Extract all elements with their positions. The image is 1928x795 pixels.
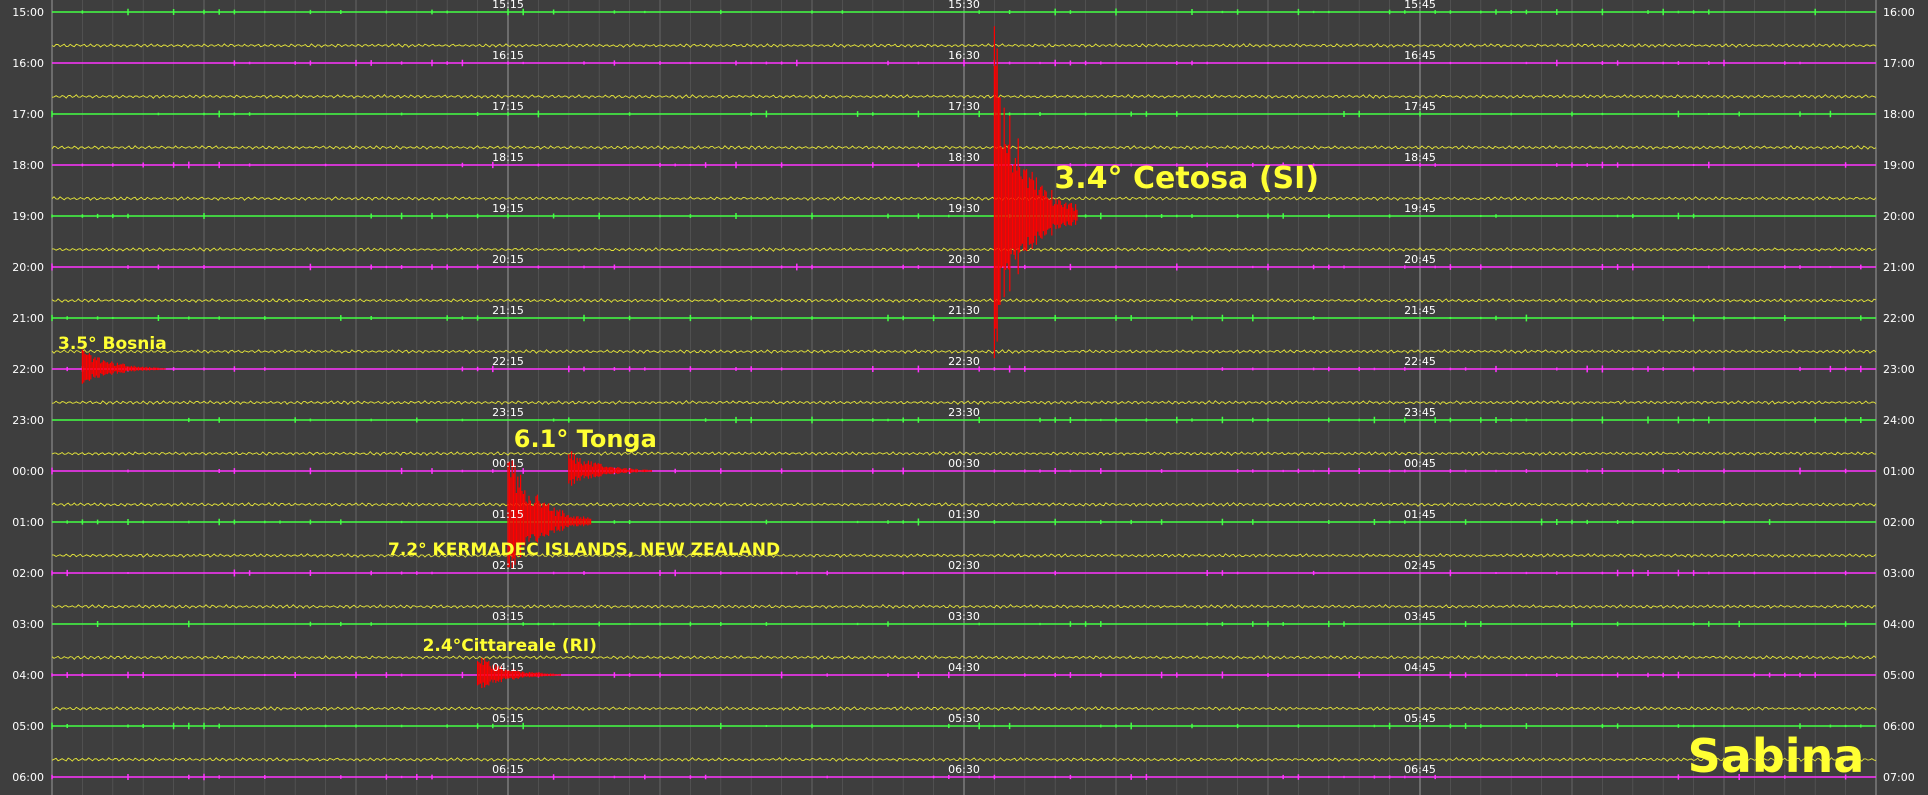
right-hour-label: 18:00 bbox=[1883, 108, 1915, 121]
right-hour-label: 21:00 bbox=[1883, 261, 1915, 274]
quarter-label: 00:15 bbox=[492, 457, 524, 470]
left-hour-label: 17:00 bbox=[12, 108, 44, 121]
quarter-label: 04:15 bbox=[492, 661, 524, 674]
right-hour-label: 23:00 bbox=[1883, 363, 1915, 376]
quarter-label: 20:30 bbox=[948, 253, 980, 266]
quarter-label: 04:30 bbox=[948, 661, 980, 674]
right-hour-label: 05:00 bbox=[1883, 669, 1915, 682]
quarter-label: 16:15 bbox=[492, 49, 524, 62]
quarter-label: 01:45 bbox=[1404, 508, 1436, 521]
quarter-label: 06:45 bbox=[1404, 763, 1436, 776]
left-hour-label: 05:00 bbox=[12, 720, 44, 733]
quarter-label: 20:45 bbox=[1404, 253, 1436, 266]
right-hour-label: 16:00 bbox=[1883, 6, 1915, 19]
quarter-label: 01:30 bbox=[948, 508, 980, 521]
left-hour-label: 23:00 bbox=[12, 414, 44, 427]
event-label: 7.2° KERMADEC ISLANDS, NEW ZEALAND bbox=[388, 540, 780, 560]
event-label: 3.4° Cetosa (SI) bbox=[1054, 161, 1319, 196]
quarter-label: 02:15 bbox=[492, 559, 524, 572]
right-hour-label: 07:00 bbox=[1883, 771, 1915, 784]
right-hour-label: 04:00 bbox=[1883, 618, 1915, 631]
quarter-label: 05:30 bbox=[948, 712, 980, 725]
quarter-label: 06:15 bbox=[492, 763, 524, 776]
quarter-label: 02:45 bbox=[1404, 559, 1436, 572]
quarter-label: 23:45 bbox=[1404, 406, 1436, 419]
quarter-label: 20:15 bbox=[492, 253, 524, 266]
right-hour-label: 06:00 bbox=[1883, 720, 1915, 733]
quarter-label: 17:15 bbox=[492, 100, 524, 113]
left-hour-label: 21:00 bbox=[12, 312, 44, 325]
quarter-label: 18:45 bbox=[1404, 151, 1436, 164]
quarter-label: 17:45 bbox=[1404, 100, 1436, 113]
quarter-label: 17:30 bbox=[948, 100, 980, 113]
quarter-label: 19:15 bbox=[492, 202, 524, 215]
left-hour-label: 01:00 bbox=[12, 516, 44, 529]
right-hour-label: 01:00 bbox=[1883, 465, 1915, 478]
right-hour-label: 24:00 bbox=[1883, 414, 1915, 427]
quarter-label: 15:45 bbox=[1404, 0, 1436, 11]
left-hour-label: 00:00 bbox=[12, 465, 44, 478]
quarter-label: 16:30 bbox=[948, 49, 980, 62]
quarter-label: 15:30 bbox=[948, 0, 980, 11]
left-hour-label: 19:00 bbox=[12, 210, 44, 223]
seismogram-plot: 15:00 16:00 15:15 15:30 15:45 16:00 17:00 16:15… bbox=[0, 0, 1928, 795]
quarter-label: 18:30 bbox=[948, 151, 980, 164]
quarter-label: 05:15 bbox=[492, 712, 524, 725]
quarter-label: 21:30 bbox=[948, 304, 980, 317]
left-hour-label: 15:00 bbox=[12, 6, 44, 19]
quarter-label: 23:30 bbox=[948, 406, 980, 419]
quarter-label: 00:30 bbox=[948, 457, 980, 470]
left-hour-label: 22:00 bbox=[12, 363, 44, 376]
station-label: Sabina bbox=[1688, 729, 1865, 783]
quarter-label: 19:30 bbox=[948, 202, 980, 215]
quarter-label: 22:45 bbox=[1404, 355, 1436, 368]
left-hour-label: 18:00 bbox=[12, 159, 44, 172]
right-hour-label: 17:00 bbox=[1883, 57, 1915, 70]
quarter-label: 01:15 bbox=[492, 508, 524, 521]
event-label: 6.1° Tonga bbox=[514, 425, 657, 453]
quarter-label: 03:30 bbox=[948, 610, 980, 623]
quarter-label: 18:15 bbox=[492, 151, 524, 164]
quarter-label: 03:15 bbox=[492, 610, 524, 623]
quarter-label: 22:15 bbox=[492, 355, 524, 368]
right-hour-label: 19:00 bbox=[1883, 159, 1915, 172]
left-hour-label: 02:00 bbox=[12, 567, 44, 580]
left-hour-label: 06:00 bbox=[12, 771, 44, 784]
quarter-label: 05:45 bbox=[1404, 712, 1436, 725]
right-hour-label: 03:00 bbox=[1883, 567, 1915, 580]
quarter-label: 03:45 bbox=[1404, 610, 1436, 623]
event-label: 2.4°Cittareale (RI) bbox=[423, 636, 597, 656]
event-label: 3.5° Bosnia bbox=[58, 334, 167, 354]
left-hour-label: 20:00 bbox=[12, 261, 44, 274]
right-hour-label: 22:00 bbox=[1883, 312, 1915, 325]
quarter-label: 23:15 bbox=[492, 406, 524, 419]
left-hour-label: 04:00 bbox=[12, 669, 44, 682]
left-hour-label: 16:00 bbox=[12, 57, 44, 70]
quarter-label: 21:15 bbox=[492, 304, 524, 317]
quarter-label: 22:30 bbox=[948, 355, 980, 368]
quarter-label: 00:45 bbox=[1404, 457, 1436, 470]
right-hour-label: 02:00 bbox=[1883, 516, 1915, 529]
quarter-label: 15:15 bbox=[492, 0, 524, 11]
right-hour-label: 20:00 bbox=[1883, 210, 1915, 223]
left-hour-label: 03:00 bbox=[12, 618, 44, 631]
quarter-label: 04:45 bbox=[1404, 661, 1436, 674]
quarter-label: 02:30 bbox=[948, 559, 980, 572]
quarter-label: 16:45 bbox=[1404, 49, 1436, 62]
seismogram-chart: 15:00 16:00 15:15 15:30 15:45 16:00 17:00 16:15… bbox=[0, 0, 1928, 795]
quarter-label: 21:45 bbox=[1404, 304, 1436, 317]
quarter-label: 06:30 bbox=[948, 763, 980, 776]
quarter-label: 19:45 bbox=[1404, 202, 1436, 215]
